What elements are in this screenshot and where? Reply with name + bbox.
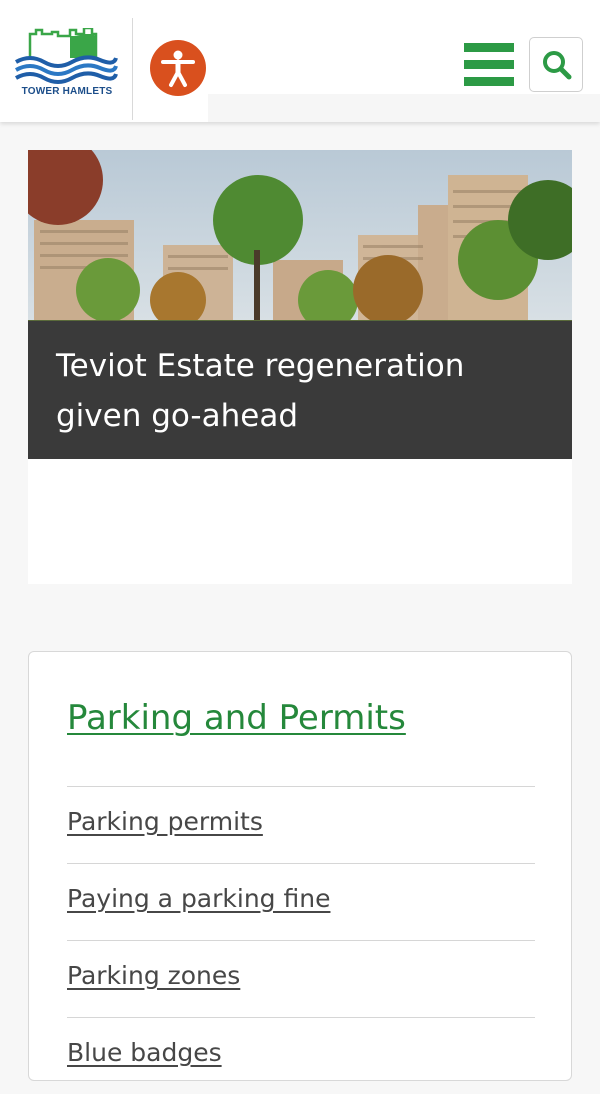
card-title[interactable]: Parking and Permits [67,698,406,738]
link-parking-zones[interactable]: Parking zones [67,961,240,990]
link-parking-permits[interactable]: Parking permits [67,807,263,836]
caption-line-1: Teviot Estate regeneration [56,348,465,384]
parking-permits-card: Parking and Permits Parking permits Payi… [28,651,572,1081]
hamburger-menu-icon[interactable] [464,43,516,87]
list-item: Blue badges [67,1017,535,1094]
logo-graphic [15,26,118,84]
link-blue-badges[interactable]: Blue badges [67,1038,222,1067]
search-icon [543,51,572,80]
logo-text: TOWER HAMLETS [21,86,113,97]
link-paying-parking-fine[interactable]: Paying a parking fine [67,884,330,913]
header-divider [132,18,133,120]
header-band [208,94,600,122]
list-item: Parking permits [67,786,535,863]
caption-line-2: given go-ahead [56,398,299,434]
site-header: TOWER HAMLETS [0,0,600,122]
search-button[interactable] [529,37,583,92]
menu-bar-line [464,43,514,52]
list-item: Parking zones [67,940,535,1017]
menu-bar-line [464,60,514,69]
card-link-list: Parking permits Paying a parking fine Pa… [67,786,535,1094]
menu-bar-line [464,77,514,86]
tower-hamlets-logo[interactable]: TOWER HAMLETS [12,26,122,100]
accessibility-icon[interactable] [150,40,206,96]
slide-caption[interactable]: Teviot Estate regeneration given go-ahea… [28,321,572,459]
list-item: Paying a parking fine [67,863,535,940]
